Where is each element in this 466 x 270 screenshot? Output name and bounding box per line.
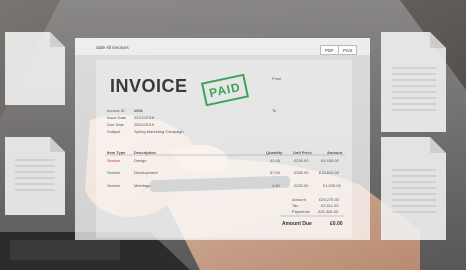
document-icon-bottom-left	[5, 137, 65, 215]
meta-value-issue-date: 25/12/2018	[134, 115, 155, 120]
table-row-2-description: Development	[134, 170, 158, 175]
table-header-item-type: Item Type	[107, 150, 126, 155]
table-row-2-unit-price: £330.00	[294, 170, 309, 175]
meta-label-issue-date: Issue Date	[107, 115, 127, 120]
table-header-amount: Amount	[327, 150, 343, 155]
pdf-button[interactable]: PDF	[320, 45, 339, 55]
document-icon-bottom-right	[381, 137, 446, 240]
totals-value-amount: £29,275.00	[319, 197, 340, 202]
table-row-1-type: Service	[107, 158, 121, 163]
meta-label-subject: Subject	[107, 129, 121, 134]
table-row-3-type: Service	[107, 183, 121, 188]
table-header-unit-price: Unit Price	[293, 150, 312, 155]
document-icon-top-left	[5, 32, 65, 105]
table-row-3-unit-price: £230.00	[294, 183, 309, 188]
totals-value-payments: -£31,381.00	[317, 209, 339, 214]
totals-label-tax: Tax	[292, 203, 299, 208]
print-button[interactable]: Print	[338, 45, 358, 55]
table-header-description: Description	[134, 150, 157, 155]
from-label: From	[272, 76, 282, 81]
table-row-1-description: Design	[134, 158, 147, 163]
totals-label-payments: Payments	[292, 209, 310, 214]
amount-due-label: Amount Due	[282, 221, 312, 227]
meta-value-invoice-id: #001	[134, 108, 143, 113]
table-row-2-quantity: 57.00	[270, 170, 281, 175]
totals-value-tax: £2,511.00	[321, 203, 339, 208]
table-row-1-quantity: 41.00	[270, 158, 281, 163]
meta-value-subject: Spring Marketing Campaign	[134, 129, 184, 134]
to-label: To	[272, 108, 277, 113]
meta-label-invoice-id: Invoice ID	[107, 108, 125, 113]
invoice-title: INVOICE	[110, 76, 188, 96]
document-icon-top-right	[381, 32, 446, 132]
table-row-1-unit-price: £230.00	[294, 158, 309, 163]
table-row-1-amount: £9,430.00	[321, 158, 339, 163]
meta-value-due-date: 25/01/2019	[134, 122, 155, 127]
table-header-quantity: Quantity	[266, 150, 283, 155]
meta-label-due-date: Due Date	[107, 122, 124, 127]
table-row-3-description: Meetings	[134, 183, 151, 188]
table-row-2-amount: £18,810.00	[319, 170, 340, 175]
table-row-3-quantity: 4.50	[272, 183, 280, 188]
laptop-keys	[10, 240, 120, 260]
invoice-list-title: Sale All Invoices	[96, 45, 129, 50]
amount-due-value: £0.00	[330, 221, 343, 227]
photo-background	[0, 0, 466, 270]
table-row-2-type: Service	[107, 170, 121, 175]
table-row-3-amount: £1,035.00	[323, 183, 341, 188]
totals-label-amount: Amount	[292, 197, 306, 202]
